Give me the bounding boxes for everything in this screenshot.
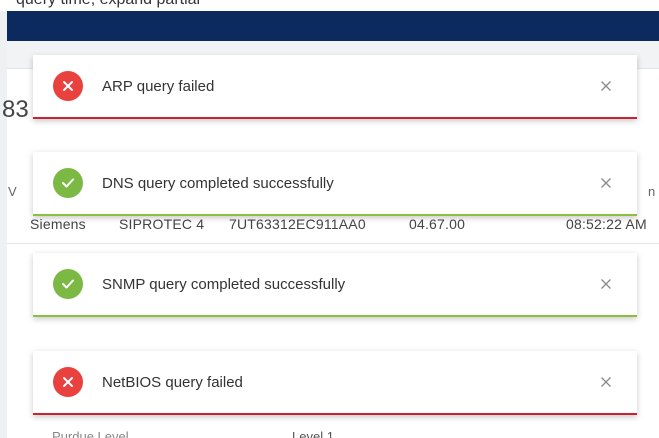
device-header-number: 83 xyxy=(2,96,29,123)
error-x-icon xyxy=(53,367,83,397)
close-icon[interactable] xyxy=(597,77,615,95)
check-icon xyxy=(53,269,83,299)
check-icon xyxy=(53,168,83,198)
close-icon[interactable] xyxy=(597,174,615,192)
toast-message: SNMP query completed successfully xyxy=(102,275,346,293)
detail-label-purdue: Purdue Level xyxy=(52,429,129,438)
row-divider xyxy=(7,243,659,244)
column-header-fragment-left: V xyxy=(8,184,17,199)
device-order-number: 7UT63312EC911AA0 xyxy=(229,216,366,232)
top-navbar xyxy=(7,11,659,41)
top-strip: query time, expand partial xyxy=(0,0,659,11)
toast-netbios-error: NetBIOS query failed xyxy=(33,351,637,415)
detail-value-purdue: Level 1 xyxy=(292,429,334,438)
device-time: 08:52:22 AM xyxy=(566,216,647,232)
device-vendor: Siemens xyxy=(30,216,86,232)
toast-arp-error: ARP query failed xyxy=(33,55,637,119)
top-strip-text: query time, expand partial xyxy=(16,0,200,9)
toast-dns-success: DNS query completed successfully xyxy=(33,152,637,216)
column-header-fragment-right: n xyxy=(648,184,656,199)
toast-message: NetBIOS query failed xyxy=(102,373,243,391)
error-x-icon xyxy=(53,71,83,101)
close-icon[interactable] xyxy=(597,373,615,391)
toast-message: DNS query completed successfully xyxy=(102,174,334,192)
device-model: SIPROTEC 4 xyxy=(119,216,205,232)
toast-message: ARP query failed xyxy=(102,77,215,95)
close-icon[interactable] xyxy=(597,275,615,293)
toast-snmp-success: SNMP query completed successfully xyxy=(33,253,637,317)
left-edge xyxy=(0,11,7,438)
device-firmware: 04.67.00 xyxy=(409,216,466,232)
